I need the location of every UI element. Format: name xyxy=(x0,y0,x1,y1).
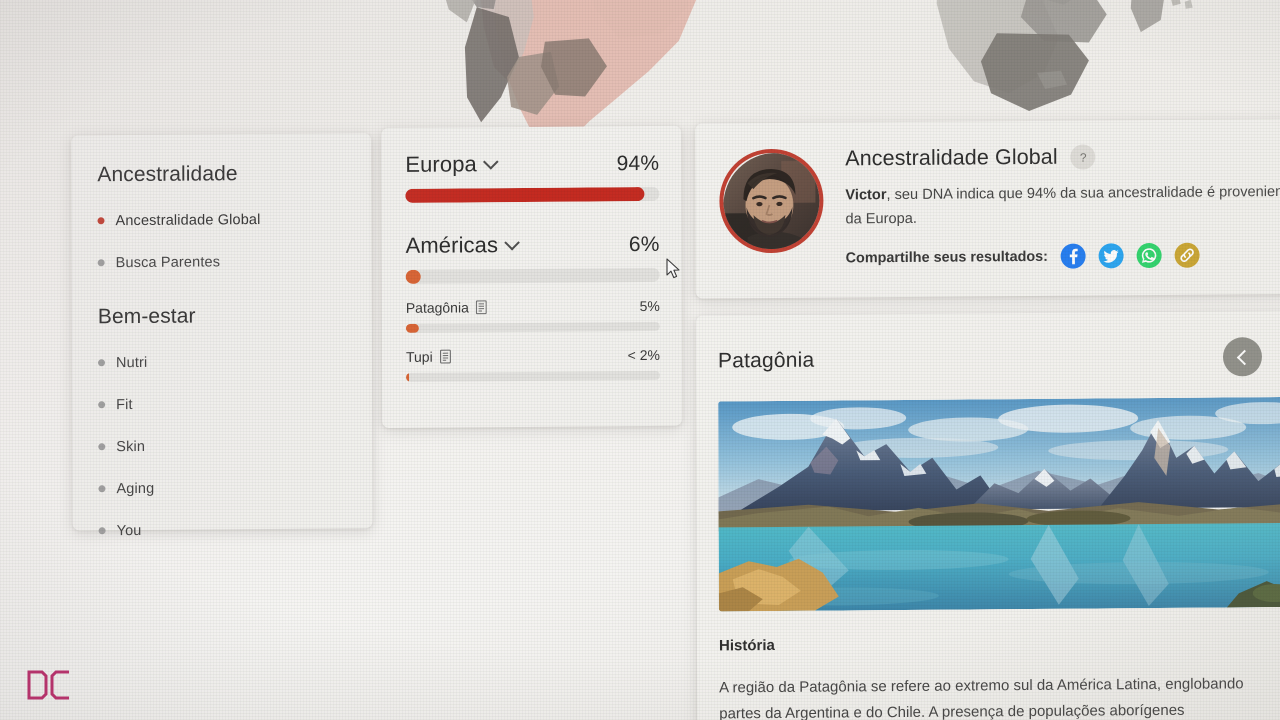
sidebar-item-fit[interactable]: Fit xyxy=(98,386,372,421)
sidebar-item-label: Nutri xyxy=(115,354,148,371)
subregion-label: Tupi xyxy=(405,348,433,365)
sidebar-item-label: Fit xyxy=(116,396,133,413)
app-page: Ancestralidade Ancestralidade Global Bus… xyxy=(0,0,1280,720)
sidebar-item-aging[interactable]: Aging xyxy=(98,470,372,505)
sidebar-item-ancestralidade-global[interactable]: Ancestralidade Global xyxy=(97,202,371,237)
bullet-dot-icon xyxy=(98,401,106,409)
bullet-dot-icon xyxy=(98,443,106,451)
progress-fill-americas xyxy=(405,269,421,284)
chevron-left-glyph xyxy=(1236,349,1253,366)
sidebar-item-you[interactable]: You xyxy=(98,512,373,547)
progress-fill-patagonia xyxy=(405,323,419,333)
subregion-name-tupi: Tupi xyxy=(406,349,451,365)
summary-description-rest: , seu DNA indica que 94% da sua ancestra… xyxy=(845,183,1280,228)
chevron-down-icon[interactable] xyxy=(482,153,499,170)
progress-track-americas xyxy=(405,267,660,284)
document-icon[interactable] xyxy=(475,300,487,315)
bullet-dot-icon xyxy=(97,359,106,367)
progress-track-tupi xyxy=(406,370,661,382)
sidebar-item-label: You xyxy=(116,522,142,539)
document-icon[interactable] xyxy=(439,349,451,364)
patagonia-landscape-image xyxy=(718,396,1280,612)
region-detail-card: Patagônia História A região da Patagônia… xyxy=(695,310,1280,720)
section-heading-historia: História xyxy=(718,636,775,655)
subregion-row-tupi[interactable]: Tupi < 2% xyxy=(406,346,661,382)
chevron-left-icon[interactable] xyxy=(1222,337,1263,377)
facebook-icon[interactable] xyxy=(1060,243,1086,270)
sidebar-section-title-bem-estar: Bem-estar xyxy=(97,304,196,329)
subregion-percent-tupi: < 2% xyxy=(627,346,660,364)
sidebar-item-label: Aging xyxy=(116,480,155,497)
bullet-dot-icon xyxy=(97,259,105,267)
twitter-icon[interactable] xyxy=(1098,243,1124,269)
region-body-text: A região da Patagônia se refere ao extre… xyxy=(719,675,1244,720)
summary-description: Victor, seu DNA indica que 94% da sua an… xyxy=(845,181,1280,232)
subregion-label: Patagônia xyxy=(405,299,469,316)
avatar-photo xyxy=(723,152,824,254)
region-label: Américas xyxy=(405,232,499,258)
progress-fill-europa xyxy=(405,187,645,203)
region-percent-americas: 6% xyxy=(628,232,660,257)
region-name-europa[interactable]: Europa xyxy=(405,151,499,178)
region-detail-title: Patagônia xyxy=(717,348,815,372)
avatar[interactable] xyxy=(719,148,824,254)
whatsapp-icon[interactable] xyxy=(1136,243,1162,269)
chevron-down-icon[interactable] xyxy=(503,234,520,250)
share-row: Compartilhe seus resultados: xyxy=(846,242,1280,271)
region-photo xyxy=(718,396,1280,612)
sidebar-nav-card: Ancestralidade Ancestralidade Global Bus… xyxy=(71,133,373,539)
sidebar-item-busca-parentes[interactable]: Busca Parentes xyxy=(97,244,372,279)
sidebar-item-nutri[interactable]: Nutri xyxy=(97,344,372,379)
subregion-row-patagonia[interactable]: Patagônia 5% xyxy=(406,298,660,333)
ancestry-breakdown-card: Europa 94% Américas 6% Patagônia 5% Tupi… xyxy=(381,125,683,429)
share-label: Compartilhe seus resultados: xyxy=(845,248,1048,267)
region-name-americas[interactable]: Américas xyxy=(405,232,520,259)
screen-photograph: Ancestralidade Ancestralidade Global Bus… xyxy=(0,0,1280,720)
user-name: Victor xyxy=(845,187,887,204)
global-ancestry-summary-card: Ancestralidade Global ? Victor, seu DNA … xyxy=(695,118,1280,299)
region-row-americas[interactable]: Américas 6% xyxy=(406,231,660,284)
sidebar-item-label: Skin xyxy=(116,438,146,455)
progress-track-patagonia xyxy=(405,321,660,333)
region-row-europa[interactable]: Europa 94% xyxy=(405,150,660,203)
bullet-dot-icon xyxy=(98,485,106,493)
bullet-dot-icon xyxy=(98,527,106,535)
copy-link-icon[interactable] xyxy=(1174,242,1200,269)
page-title: Ancestralidade Global xyxy=(845,144,1058,171)
sidebar-item-label: Busca Parentes xyxy=(115,253,221,271)
help-icon[interactable]: ? xyxy=(1070,144,1096,170)
sidebar-item-label: Ancestralidade Global xyxy=(115,211,261,229)
subregion-percent-patagonia: 5% xyxy=(639,297,660,315)
sidebar-item-skin[interactable]: Skin xyxy=(98,428,372,463)
progress-track-europa xyxy=(405,186,660,203)
sidebar-section-title-ancestralidade: Ancestralidade xyxy=(97,162,238,187)
region-percent-europa: 94% xyxy=(616,151,660,176)
region-label: Europa xyxy=(405,151,477,177)
progress-fill-tupi xyxy=(406,372,410,382)
subregion-name-patagonia: Patagônia xyxy=(406,299,487,316)
bullet-dot-icon xyxy=(97,217,105,225)
